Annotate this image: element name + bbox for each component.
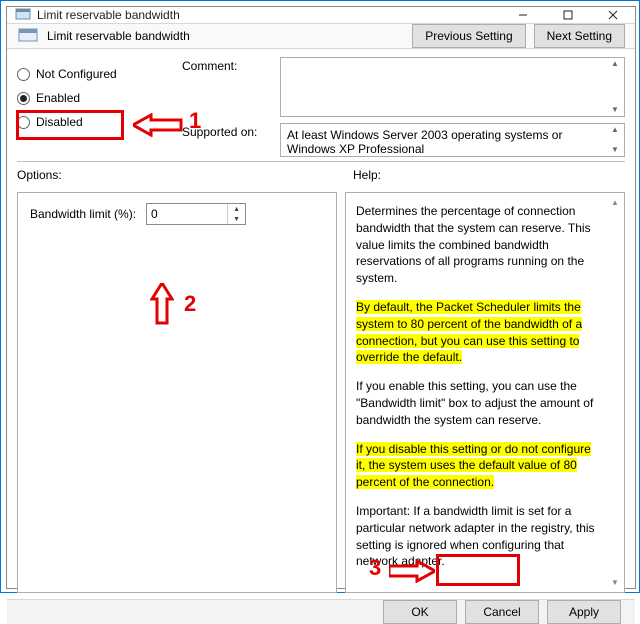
help-paragraph: Important: If a bandwidth limit is set f… bbox=[356, 503, 602, 570]
help-paragraph: By default, the Packet Scheduler limits … bbox=[356, 299, 602, 366]
spin-up-icon[interactable]: ▲ bbox=[228, 204, 245, 214]
previous-setting-button[interactable]: Previous Setting bbox=[412, 24, 525, 48]
help-paragraph: If you enable this setting, you can use … bbox=[356, 378, 602, 428]
radio-label: Not Configured bbox=[36, 67, 117, 81]
comment-scroll[interactable]: ▲▼ bbox=[608, 60, 622, 114]
help-paragraph: If you disable this setting or do not co… bbox=[356, 441, 602, 491]
radio-not-configured[interactable]: Not Configured bbox=[17, 67, 182, 81]
window: Limit reservable bandwidth Limit reserva… bbox=[6, 6, 636, 589]
bandwidth-limit-spin[interactable]: ▲ ▼ bbox=[146, 203, 246, 225]
titlebar: Limit reservable bandwidth bbox=[7, 7, 635, 23]
close-button[interactable] bbox=[590, 7, 635, 23]
policy-title: Limit reservable bandwidth bbox=[47, 29, 404, 43]
window-title: Limit reservable bandwidth bbox=[37, 8, 180, 22]
options-header: Options: bbox=[17, 168, 353, 182]
ok-button[interactable]: OK bbox=[383, 600, 457, 624]
radio-icon bbox=[17, 116, 30, 129]
sub-header: Limit reservable bandwidth Previous Sett… bbox=[7, 23, 635, 49]
state-column: Not Configured Enabled Disabled bbox=[17, 57, 182, 157]
supported-on-box: At least Windows Server 2003 operating s… bbox=[280, 123, 625, 157]
pane-headers: Options: Help: bbox=[7, 162, 635, 186]
help-paragraph: Determines the percentage of connection … bbox=[356, 203, 602, 287]
radio-enabled[interactable]: Enabled bbox=[17, 91, 182, 105]
radio-disabled[interactable]: Disabled bbox=[17, 115, 182, 129]
apply-button[interactable]: Apply bbox=[547, 600, 621, 624]
bandwidth-limit-label: Bandwidth limit (%): bbox=[30, 207, 136, 221]
radio-label: Disabled bbox=[36, 115, 83, 129]
upper-section: Not Configured Enabled Disabled Comment:… bbox=[7, 49, 635, 161]
scroll-down-icon[interactable]: ▼ bbox=[611, 577, 619, 588]
cancel-button[interactable]: Cancel bbox=[465, 600, 539, 624]
radio-icon bbox=[17, 92, 30, 105]
spin-down-icon[interactable]: ▼ bbox=[228, 214, 245, 224]
maximize-button[interactable] bbox=[545, 7, 590, 23]
help-scrollbar[interactable]: ▲ ▼ bbox=[608, 197, 622, 588]
next-setting-button[interactable]: Next Setting bbox=[534, 24, 625, 48]
radio-icon bbox=[17, 68, 30, 81]
supported-scroll[interactable]: ▲▼ bbox=[608, 126, 622, 154]
policy-icon bbox=[17, 25, 39, 47]
comment-label: Comment: bbox=[182, 57, 272, 73]
dialog-footer: OK Cancel Apply bbox=[7, 599, 635, 624]
options-pane: Bandwidth limit (%): ▲ ▼ bbox=[17, 192, 337, 593]
supported-on-label: Supported on: bbox=[182, 123, 272, 139]
scroll-up-icon[interactable]: ▲ bbox=[611, 197, 619, 208]
comment-textarea[interactable]: ▲▼ bbox=[280, 57, 625, 117]
help-pane: Determines the percentage of connection … bbox=[345, 192, 625, 593]
help-header: Help: bbox=[353, 168, 381, 182]
supported-on-text: At least Windows Server 2003 operating s… bbox=[287, 128, 562, 156]
lower-section: Bandwidth limit (%): ▲ ▼ Determines the … bbox=[7, 186, 635, 599]
radio-label: Enabled bbox=[36, 91, 80, 105]
minimize-button[interactable] bbox=[500, 7, 545, 23]
app-icon bbox=[15, 7, 31, 23]
bandwidth-limit-input[interactable] bbox=[147, 204, 227, 224]
